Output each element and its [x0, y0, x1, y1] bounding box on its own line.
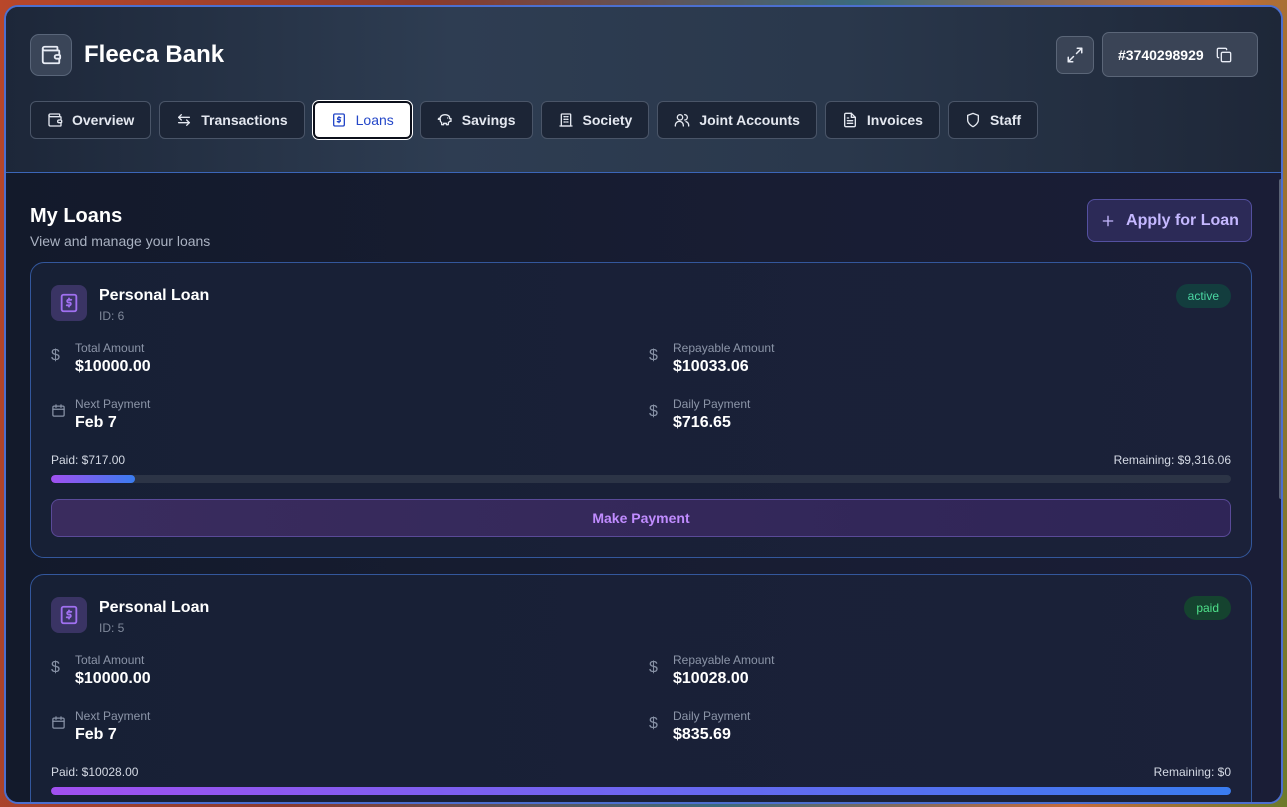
tab-loans[interactable]: Loans [311, 100, 413, 140]
tab-invoices[interactable]: Invoices [824, 101, 940, 139]
loans-panel[interactable]: My Loans View and manage your loans Appl… [6, 173, 1281, 802]
expand-button[interactable] [1056, 36, 1094, 74]
remaining-amount: Remaining: $0 [1153, 765, 1231, 779]
dollar-icon: $ [649, 715, 658, 732]
dollar-icon: $ [649, 659, 658, 676]
paid-amount: Paid: $10028.00 [51, 765, 139, 779]
tab-label: Staff [989, 112, 1022, 128]
account-number-button[interactable]: #3740298929 [1102, 32, 1258, 77]
field-value: $10028.00 [673, 670, 749, 687]
shield-icon [966, 112, 979, 128]
field-value: $835.69 [673, 726, 731, 743]
progress-bar [51, 787, 1231, 795]
scrollbar[interactable] [1279, 179, 1281, 499]
field-value: $10000.00 [75, 358, 151, 375]
receipt-dollar-icon [51, 597, 87, 633]
loan-name: Personal Loan [99, 287, 210, 304]
plus-icon [1102, 215, 1114, 226]
wallet-icon [48, 113, 63, 127]
status-badge: active [1175, 284, 1231, 308]
app-title: Fleeca Bank [84, 41, 225, 68]
dollar-icon: $ [649, 347, 658, 364]
loan-card: Personal Loan ID: 6 active $ Total Amoun… [30, 262, 1252, 558]
wallet-logo-icon [30, 34, 72, 76]
tab-joint-accounts[interactable]: Joint Accounts [657, 101, 817, 139]
bank-window: Fleeca Bank #3740298929 Overview Transac… [4, 5, 1283, 804]
field-label: Repayable Amount [673, 341, 775, 355]
tab-label: Savings [461, 112, 516, 128]
tab-staff[interactable]: Staff [947, 101, 1039, 139]
remaining-amount: Remaining: $9,316.06 [1113, 453, 1231, 467]
receipt-dollar-icon [51, 285, 87, 321]
copy-icon [1216, 47, 1231, 62]
building-icon [558, 113, 573, 127]
field-label: Daily Payment [673, 709, 751, 723]
field-label: Next Payment [75, 397, 151, 411]
dollar-icon: $ [51, 659, 60, 676]
calendar-icon [51, 403, 67, 423]
dollar-icon: $ [649, 403, 658, 420]
field-value: $10033.06 [673, 358, 749, 375]
users-icon [674, 114, 690, 127]
make-payment-button[interactable]: Make Payment [51, 499, 1231, 537]
file-text-icon [843, 112, 856, 128]
apply-label: Apply for Loan [1126, 211, 1239, 229]
paid-amount: Paid: $717.00 [51, 453, 126, 467]
tab-label: Society [582, 112, 633, 128]
header: Fleeca Bank #3740298929 Overview Transac… [6, 7, 1281, 173]
piggy-bank-icon [437, 114, 452, 126]
tab-savings[interactable]: Savings [419, 101, 533, 139]
tab-label: Joint Accounts [699, 112, 800, 128]
progress-bar [51, 475, 1231, 483]
tab-label: Overview [72, 112, 135, 128]
tab-label: Loans [355, 112, 394, 128]
loan-id: ID: 6 [99, 309, 125, 323]
tab-bar: Overview Transactions Loans Savings Soci… [30, 100, 1039, 140]
field-label: Daily Payment [673, 397, 751, 411]
dollar-icon: $ [51, 347, 60, 364]
field-label: Total Amount [75, 653, 145, 667]
tab-label: Transactions [201, 112, 288, 128]
page-title: My Loans [30, 205, 123, 227]
calendar-icon [51, 715, 67, 735]
account-number: #3740298929 [1118, 46, 1204, 63]
status-badge: paid [1184, 596, 1231, 620]
loan-id: ID: 5 [99, 621, 125, 635]
progress-fill [51, 475, 136, 483]
progress-fill [51, 787, 1231, 795]
field-label: Repayable Amount [673, 653, 775, 667]
apply-for-loan-button[interactable]: Apply for Loan [1087, 199, 1252, 242]
field-label: Total Amount [75, 341, 145, 355]
page-subtitle: View and manage your loans [30, 233, 211, 249]
tab-transactions[interactable]: Transactions [159, 101, 305, 139]
loan-card: Personal Loan ID: 5 paid $ Total Amount … [30, 574, 1252, 802]
tab-society[interactable]: Society [540, 101, 650, 139]
field-value: $10000.00 [75, 670, 151, 687]
field-value: Feb 7 [75, 726, 117, 743]
field-value: $716.65 [673, 414, 731, 431]
arrows-swap-icon [178, 114, 191, 126]
tab-label: Invoices [866, 112, 923, 128]
tab-overview[interactable]: Overview [30, 101, 152, 139]
field-value: Feb 7 [75, 414, 117, 431]
loan-name: Personal Loan [99, 599, 210, 616]
expand-icon [1067, 47, 1083, 63]
receipt-dollar-icon [332, 113, 345, 127]
field-label: Next Payment [75, 709, 151, 723]
